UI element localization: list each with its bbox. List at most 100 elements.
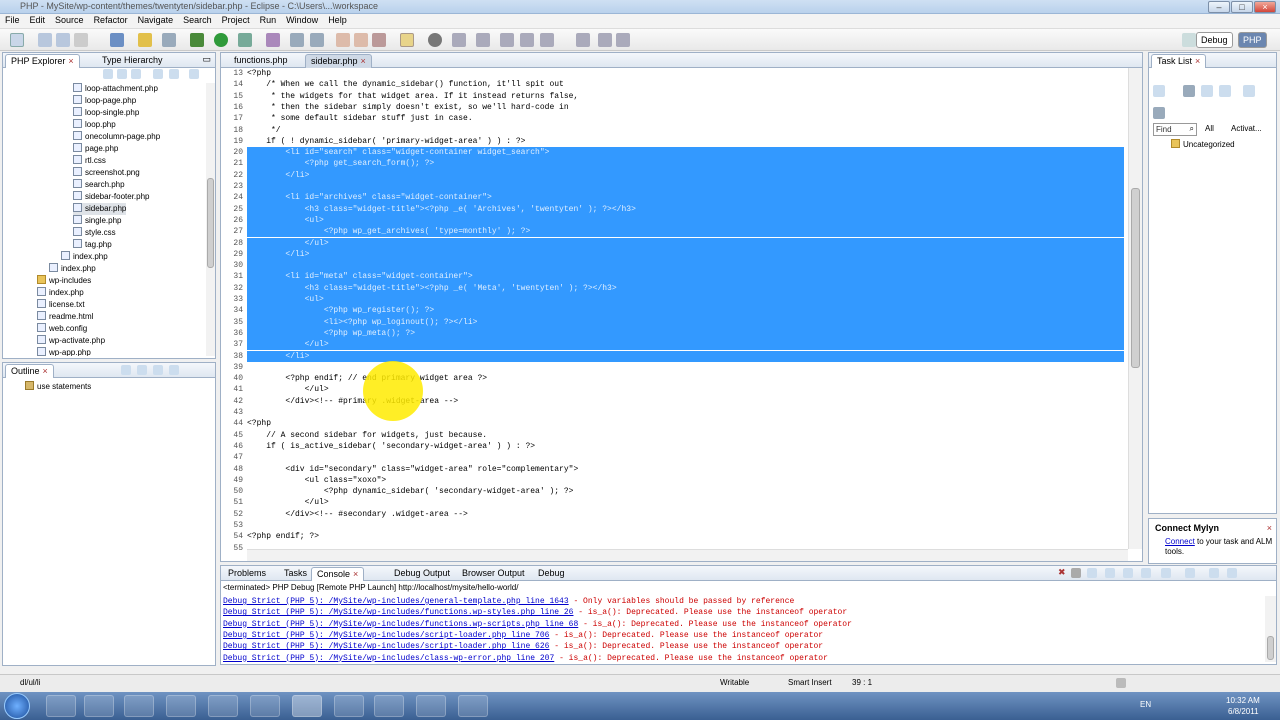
code-line[interactable]: * then the sidebar simply doesn't exist,… — [247, 102, 569, 113]
debug-perspective-button[interactable]: Debug — [1196, 32, 1233, 48]
edit-icon[interactable] — [372, 33, 386, 47]
explorer-item[interactable]: screenshot.png — [73, 167, 140, 179]
tab-console[interactable]: Console × — [311, 567, 365, 581]
editor-horizontal-scrollbar[interactable] — [247, 549, 1128, 561]
pin-editor-icon[interactable] — [576, 33, 590, 47]
notes-icon[interactable] — [458, 695, 488, 717]
code-line[interactable]: </div><!-- #secondary .widget-area --> — [247, 509, 467, 520]
clock-date[interactable]: 6/8/2011 — [1228, 707, 1259, 716]
code-line[interactable]: <?php dynamic_sidebar( 'secondary-widget… — [247, 486, 574, 497]
code-line[interactable]: <ul class="xoxo"> — [247, 475, 387, 486]
explorer-item[interactable]: single.php — [73, 215, 121, 227]
tab-php-explorer[interactable]: PHP Explorer × — [5, 54, 80, 68]
tab-tasks[interactable]: Tasks — [279, 567, 312, 581]
activate-filter[interactable]: Activat... — [1231, 124, 1262, 133]
explorer-item[interactable]: index.php — [49, 263, 96, 275]
explorer-item[interactable]: wp-includes — [37, 275, 91, 287]
toggle-breakpoint-icon[interactable] — [428, 33, 442, 47]
console-output[interactable]: Debug Strict (PHP 5): /MySite/wp-include… — [221, 596, 1264, 662]
task-category[interactable]: Uncategorized — [1171, 139, 1235, 151]
code-line[interactable]: <ul> — [247, 214, 1124, 227]
firefox-icon[interactable] — [166, 695, 196, 717]
next-editor-icon[interactable] — [616, 33, 630, 47]
close-icon[interactable]: × — [361, 56, 366, 66]
explorer-item[interactable]: rtl.css — [73, 155, 106, 167]
code-line[interactable]: <li id="archives" class="widget-containe… — [247, 192, 1124, 204]
console-scroll-thumb[interactable] — [1267, 636, 1274, 660]
link-editor-icon[interactable] — [169, 69, 179, 79]
language-indicator[interactable]: EN — [1140, 700, 1151, 709]
explorer-item[interactable]: index.php — [37, 287, 84, 299]
explorer-item[interactable]: license.txt — [37, 299, 85, 311]
code-line[interactable]: <li><?php wp_loginout(); ?></li> — [247, 316, 1124, 328]
code-line[interactable]: // A second sidebar for widgets, just be… — [247, 430, 487, 441]
new-icon[interactable] — [10, 33, 24, 47]
code-line[interactable]: <h3 class="widget-title"><?php _e( 'Arch… — [247, 203, 1124, 215]
search-icon[interactable] — [162, 33, 176, 47]
back-icon[interactable] — [103, 69, 113, 79]
console-file-link[interactable]: Debug Strict (PHP 5): /MySite/wp-include… — [223, 642, 549, 651]
explorer-item[interactable]: search.php — [73, 179, 125, 191]
code-line[interactable]: <?php wp_meta(); ?> — [247, 327, 1124, 340]
hide-static-icon[interactable] — [153, 365, 163, 375]
maximize-button[interactable]: □ — [1231, 1, 1253, 13]
open-perspective-icon[interactable] — [1182, 33, 1196, 47]
explorer-item[interactable]: tag.php — [73, 239, 112, 251]
console-file-link[interactable]: Debug Strict (PHP 5): /MySite/wp-include… — [223, 597, 569, 606]
connect-link[interactable]: Connect — [1165, 537, 1195, 546]
code-line[interactable]: <?php — [247, 68, 271, 79]
scheduled-icon[interactable] — [1201, 85, 1213, 97]
collapse-all-icon[interactable] — [153, 69, 163, 79]
minimize-view-icon[interactable] — [1209, 568, 1219, 578]
menu-navigate[interactable]: Navigate — [133, 14, 179, 25]
menu-source[interactable]: Source — [50, 14, 89, 25]
explorer-item[interactable]: readme.html — [37, 311, 93, 323]
collapse-all-icon[interactable] — [1243, 85, 1255, 97]
explorer-icon[interactable] — [84, 695, 114, 717]
tab-outline[interactable]: Outline × — [5, 364, 54, 378]
new-class-icon[interactable] — [290, 33, 304, 47]
print-icon[interactable] — [74, 33, 88, 47]
menu-file[interactable]: File — [0, 14, 25, 25]
tab-type-hierarchy[interactable]: Type Hierarchy — [97, 54, 168, 68]
code-line[interactable]: </li> — [247, 350, 1124, 362]
menu-help[interactable]: Help — [323, 14, 352, 25]
menu-window[interactable]: Window — [281, 14, 323, 25]
view-menu-icon[interactable] — [169, 365, 179, 375]
display-console-icon[interactable] — [1161, 568, 1171, 578]
last-edit-icon[interactable] — [500, 33, 514, 47]
scroll-lock-icon[interactable] — [1123, 568, 1133, 578]
code-line[interactable]: if ( ! dynamic_sidebar( 'primary-widget-… — [247, 136, 525, 147]
app-icon[interactable] — [208, 695, 238, 717]
clock-time[interactable]: 10:32 AM — [1226, 696, 1260, 705]
minimize-view-icon[interactable]: ▭ — [202, 54, 211, 65]
code-line[interactable]: </li> — [247, 169, 1124, 181]
external-tools-icon[interactable] — [238, 33, 252, 47]
maximize-view-icon[interactable] — [1227, 568, 1237, 578]
save-all-icon[interactable] — [56, 33, 70, 47]
close-icon[interactable]: × — [43, 366, 48, 376]
code-line[interactable]: <li id="search" class="widget-container … — [247, 147, 1124, 159]
explorer-item[interactable]: loop.php — [73, 119, 116, 131]
clear-console-icon[interactable] — [1105, 568, 1115, 578]
code-line[interactable]: <?php wp_register(); ?> — [247, 305, 1124, 317]
editor-vertical-scrollbar[interactable] — [1128, 68, 1142, 549]
view-menu-icon[interactable] — [189, 69, 199, 79]
find-input[interactable]: Find ⌕ — [1153, 123, 1197, 136]
code-line[interactable]: </li> — [247, 248, 1124, 261]
open-folder-icon[interactable] — [336, 33, 350, 47]
code-line[interactable] — [247, 260, 1124, 272]
code-line[interactable]: <?php wp_get_archives( 'type=monthly' );… — [247, 226, 1124, 238]
explorer-scroll-thumb[interactable] — [207, 178, 214, 268]
sync-icon[interactable] — [1153, 107, 1165, 119]
close-icon[interactable]: × — [353, 569, 358, 579]
code-line[interactable]: * the widgets for that widget area. If i… — [247, 91, 578, 102]
tab-debug-output[interactable]: Debug Output — [389, 567, 455, 581]
filezilla-icon[interactable] — [292, 695, 322, 717]
next-annotation-icon[interactable] — [452, 33, 466, 47]
code-line[interactable]: </ul> — [247, 384, 329, 395]
stop-icon[interactable] — [1071, 568, 1081, 578]
eclipse-icon[interactable] — [250, 695, 280, 717]
save-icon[interactable] — [38, 33, 52, 47]
tab-browser-output[interactable]: Browser Output — [457, 567, 530, 581]
